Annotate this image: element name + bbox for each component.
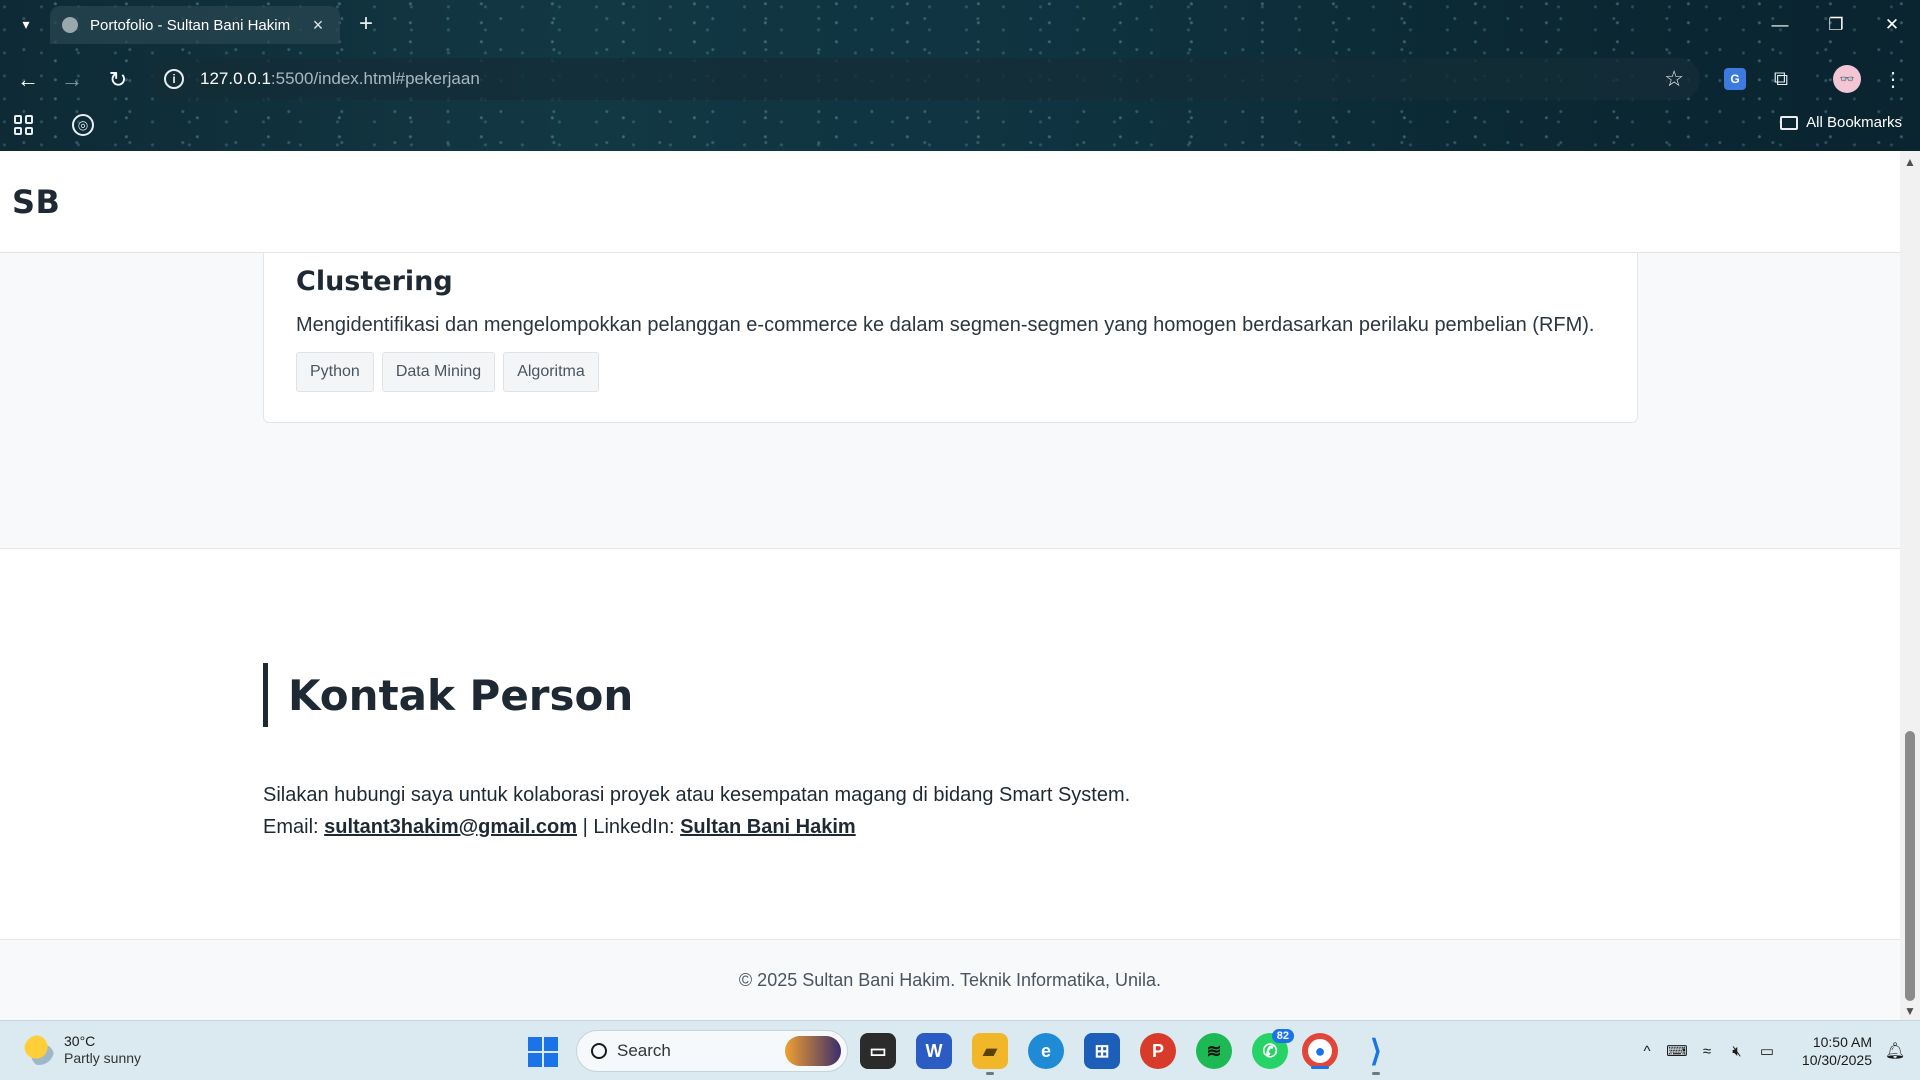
tab-portfolio[interactable]: Portofolio - Sultan Bani Hakim ×	[50, 6, 340, 44]
tab-strip: ▾ Portofolio - Sultan Bani Hakim × + — ❐…	[0, 0, 1920, 50]
url-path: :5500/index.html#pekerjaan	[270, 69, 480, 88]
window-controls: — ❐ ✕	[1752, 0, 1920, 50]
bookmark-star-icon[interactable]: ☆	[1664, 66, 1684, 92]
email-link[interactable]: sultant3hakim@gmail.com	[324, 816, 577, 838]
profile-button[interactable]: 👓	[1832, 64, 1862, 94]
tag-data-mining: Data Mining	[381, 352, 496, 392]
site-footer: © 2025 Sultan Bani Hakim. Teknik Informa…	[0, 939, 1900, 1020]
notification-bell-icon[interactable]: 🔔︎	[1880, 1041, 1910, 1061]
page-scrollbar[interactable]: ▲ ▼	[1900, 151, 1920, 1020]
new-tab-icon[interactable]: +	[354, 10, 378, 38]
projects-section: Clustering Mengidentifikasi dan mengelom…	[0, 243, 1900, 549]
browser-chrome: ▾ Portofolio - Sultan Bani Hakim × + — ❐…	[0, 0, 1920, 151]
contact-intro: Silakan hubungi saya untuk kolaborasi pr…	[263, 784, 1131, 806]
tab-close-icon[interactable]: ×	[308, 15, 328, 36]
scroll-thumb[interactable]	[1905, 731, 1915, 1001]
globe-icon[interactable]: ◎	[72, 114, 94, 136]
linkedin-link[interactable]: Sultan Bani Hakim	[680, 816, 856, 838]
system-tray: ^ ⌨ ≈ 🔇︎ ▭ 10:50 AM 10/30/2025 🔔︎	[1632, 1021, 1920, 1080]
site-header: SB	[0, 151, 1900, 253]
taskbar-clock[interactable]: 10:50 AM 10/30/2025	[1782, 1033, 1872, 1069]
search-icon	[591, 1043, 607, 1059]
scroll-up-arrow-icon[interactable]: ▲	[1904, 155, 1916, 169]
bookmarks-bar: ◎ All Bookmarks	[0, 108, 1920, 142]
weather-desc: Partly sunny	[64, 1050, 142, 1066]
contact-heading: Kontak Person	[263, 663, 633, 727]
clock-date: 10/30/2025	[1801, 1052, 1872, 1068]
address-bar[interactable]: i 127.0.0.1 :5500/index.html#pekerjaan ☆	[150, 58, 1700, 100]
contact-section: Kontak Person Silakan hubungi saya untuk…	[0, 549, 1900, 939]
search-highlight-icon	[785, 1036, 841, 1066]
weather-widget[interactable]: 30°C Partly sunny	[24, 1033, 141, 1067]
volume-muted-icon[interactable]: 🔇︎	[1722, 1043, 1752, 1060]
search-label: Search	[617, 1041, 671, 1060]
tab-search-icon[interactable]: ▾	[14, 12, 38, 36]
word-icon[interactable]: W	[916, 1033, 952, 1069]
tag-algoritma: Algoritma	[503, 352, 599, 392]
show-hidden-icons-chevron-icon[interactable]: ^	[1632, 1043, 1662, 1060]
extensions-puzzle-icon[interactable]: ⧉	[1766, 64, 1796, 94]
close-window-icon[interactable]: ✕	[1864, 0, 1920, 50]
back-arrow-icon[interactable]: ←	[14, 66, 42, 94]
powerpoint-icon[interactable]: P	[1140, 1033, 1176, 1069]
clock-time: 10:50 AM	[1812, 1034, 1872, 1050]
email-label: Email:	[263, 816, 325, 838]
wifi-icon[interactable]: ≈	[1692, 1043, 1722, 1060]
minimize-icon[interactable]: —	[1752, 0, 1808, 50]
weather-temp: 30°C	[64, 1033, 96, 1049]
keyboard-icon[interactable]: ⌨	[1662, 1042, 1692, 1060]
whatsapp-icon[interactable]: ✆ 82	[1252, 1029, 1294, 1069]
footer-copyright: © 2025 Sultan Bani Hakim. Teknik Informa…	[738, 969, 1162, 990]
contact-text: Silakan hubungi saya untuk kolaborasi pr…	[263, 779, 1130, 843]
project-tags: Python Data Mining Algoritma	[296, 352, 599, 392]
tab-title: Portofolio - Sultan Bani Hakim	[90, 16, 291, 34]
project-card: Clustering Mengidentifikasi dan mengelom…	[263, 243, 1638, 423]
apps-grid-icon[interactable]	[14, 115, 34, 135]
weather-text: 30°C Partly sunny	[64, 1033, 141, 1067]
taskbar-search[interactable]: Search	[576, 1030, 848, 1072]
translate-icon: G	[1724, 68, 1746, 90]
tab-favicon-icon	[62, 17, 78, 33]
project-description: Mengidentifikasi dan mengelompokkan pela…	[296, 314, 1595, 336]
forward-arrow-icon[interactable]: →	[58, 66, 86, 94]
contact-links: Email: sultant3hakim@gmail.com | LinkedI…	[263, 811, 1130, 843]
restore-icon[interactable]: ❐	[1808, 0, 1864, 50]
windows-taskbar: 30°C Partly sunny Search ▭ W ▰ e ⊞ P ≋ ✆…	[0, 1020, 1920, 1080]
page-viewport: SB Clustering Mengidentifikasi dan menge…	[0, 151, 1900, 1020]
vscode-icon[interactable]: ⟩	[1358, 1033, 1394, 1075]
reload-icon[interactable]: ↻	[104, 66, 132, 94]
site-info-icon[interactable]: i	[164, 69, 184, 89]
windows-start-icon[interactable]	[528, 1037, 558, 1067]
microsoft-store-icon[interactable]: ⊞	[1084, 1033, 1120, 1069]
spotify-icon[interactable]: ≋	[1196, 1033, 1232, 1069]
translate-extension-button[interactable]: G	[1720, 64, 1750, 94]
task-view-icon[interactable]: ▭	[860, 1033, 896, 1069]
all-bookmarks-button[interactable]: All Bookmarks	[1780, 114, 1902, 131]
edge-icon[interactable]: e	[1028, 1033, 1064, 1069]
all-bookmarks-label: All Bookmarks	[1806, 114, 1902, 131]
scroll-down-arrow-icon[interactable]: ▼	[1904, 1004, 1916, 1018]
browser-menu-icon[interactable]: ⋮	[1878, 64, 1908, 94]
browser-toolbar: ← → ↻ i 127.0.0.1 :5500/index.html#peker…	[0, 56, 1920, 102]
project-title: Clustering	[296, 266, 453, 297]
profile-avatar: 👓	[1833, 65, 1861, 93]
partly-sunny-icon	[24, 1035, 54, 1065]
file-explorer-icon[interactable]: ▰	[972, 1033, 1008, 1075]
site-logo[interactable]: SB	[12, 183, 60, 221]
chrome-icon[interactable]: ●	[1302, 1033, 1338, 1069]
linkedin-label: | LinkedIn:	[577, 816, 681, 838]
whatsapp-badge: 82	[1271, 1029, 1294, 1043]
battery-icon[interactable]: ▭	[1752, 1042, 1782, 1060]
url-host: 127.0.0.1	[200, 69, 271, 88]
tag-python: Python	[296, 352, 374, 392]
folder-icon	[1780, 115, 1799, 130]
